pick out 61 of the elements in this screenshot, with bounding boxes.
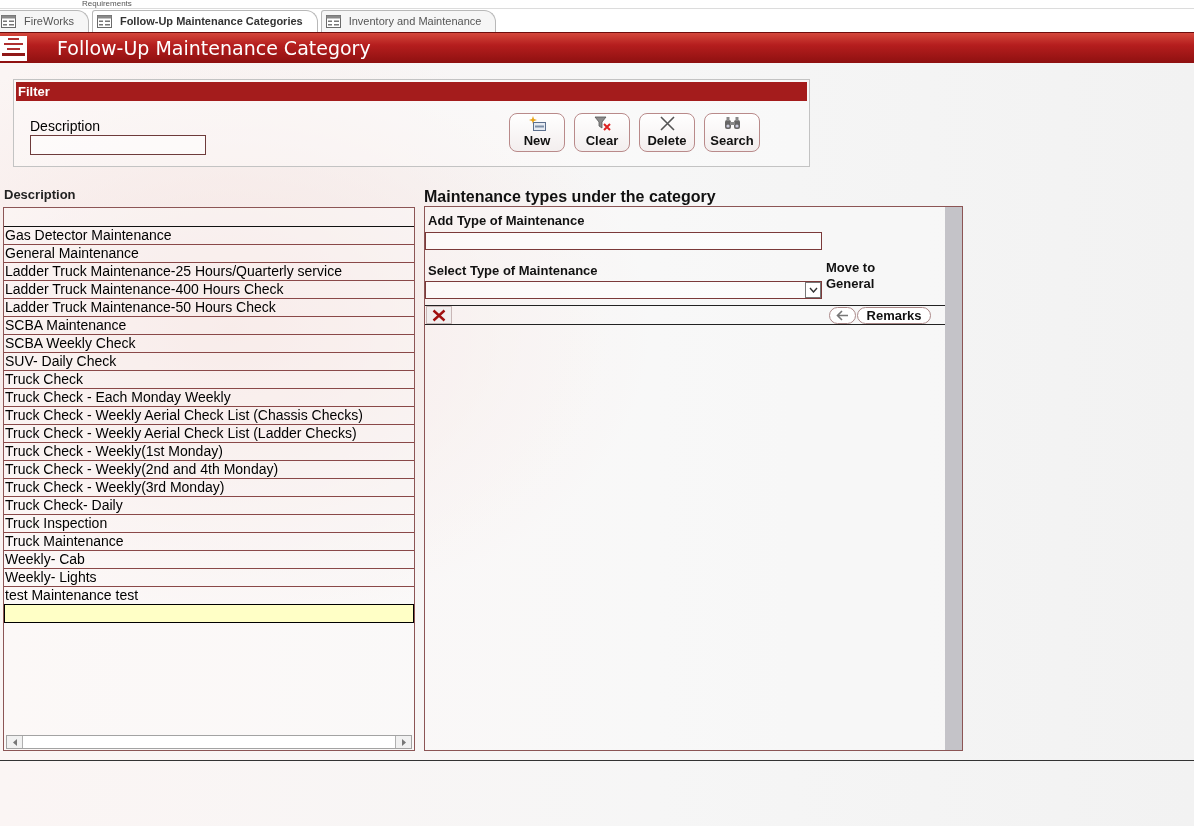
binoculars-icon xyxy=(723,116,741,131)
description-field[interactable] xyxy=(30,135,206,155)
new-record-row[interactable] xyxy=(4,604,414,623)
section-title: Maintenance types under the category xyxy=(424,187,717,206)
x-icon xyxy=(432,308,446,322)
tab[interactable]: FireWorks xyxy=(0,10,89,32)
list-item[interactable]: Gas Detector Maintenance xyxy=(4,227,414,245)
scroll-left-button[interactable] xyxy=(7,736,23,748)
list-item[interactable]: Truck Check - Weekly(2nd and 4th Monday) xyxy=(4,461,414,479)
list-item[interactable]: Truck Check xyxy=(4,371,414,389)
list-item[interactable]: SCBA Weekly Check xyxy=(4,335,414,353)
vertical-scrollbar[interactable] xyxy=(945,207,962,750)
logo-icon xyxy=(0,35,27,61)
horizontal-scrollbar[interactable] xyxy=(6,735,412,749)
list-item[interactable]: Truck Maintenance xyxy=(4,533,414,551)
field-label: Move to General xyxy=(826,260,877,293)
list-item[interactable]: Truck Check- Daily xyxy=(4,497,414,515)
list-item[interactable]: Truck Check - Weekly(3rd Monday) xyxy=(4,479,414,497)
field-label: Description xyxy=(30,118,102,134)
search-button[interactable]: Search xyxy=(704,113,760,152)
ribbon-label: Requirements xyxy=(82,0,132,8)
tab[interactable]: Follow-Up Maintenance Categories xyxy=(91,10,318,32)
add-type-field[interactable] xyxy=(425,232,822,250)
list-item[interactable]: Truck Inspection xyxy=(4,515,414,533)
delete-row-button[interactable] xyxy=(426,306,452,324)
x-icon xyxy=(659,116,675,131)
new-button[interactable]: New xyxy=(509,113,565,152)
list-item[interactable]: SCBA Maintenance xyxy=(4,317,414,335)
triangle-right-icon xyxy=(401,738,406,746)
list-item[interactable]: Truck Check - Each Monday Weekly xyxy=(4,389,414,407)
delete-button[interactable]: Delete xyxy=(639,113,695,152)
type-dropdown[interactable] xyxy=(425,281,822,299)
list-item[interactable]: General Maintenance xyxy=(4,245,414,263)
arrow-left-icon xyxy=(836,309,849,321)
list-item[interactable]: Weekly- Lights xyxy=(4,569,414,587)
list-item[interactable]: Truck Check - Weekly Aerial Check List (Ladder Checks) xyxy=(4,425,414,443)
list-item[interactable]: SUV- Daily Check xyxy=(4,353,414,371)
form-title: Follow-Up Maintenance Category xyxy=(57,36,371,60)
list-item[interactable]: Ladder Truck Maintenance-400 Hours Check xyxy=(4,281,414,299)
field-label: Select Type of Maintenance xyxy=(427,263,599,278)
filter-header: Filter xyxy=(16,82,807,101)
tab[interactable]: Inventory and Maintenance xyxy=(320,10,497,32)
triangle-left-icon xyxy=(12,738,17,746)
form-icon xyxy=(325,15,341,28)
form-sparkle-icon xyxy=(528,116,546,131)
chevron-down-icon xyxy=(808,287,818,293)
field-label: Add Type of Maintenance xyxy=(427,213,586,228)
column-header: Description xyxy=(3,187,77,204)
scroll-right-button[interactable] xyxy=(395,736,411,748)
list-item[interactable]: Truck Check - Weekly(1st Monday) xyxy=(4,443,414,461)
remarks-button[interactable]: Remarks xyxy=(857,306,931,324)
list-item[interactable]: Truck Check - Weekly Aerial Check List (Chassis Checks) xyxy=(4,407,414,425)
form-icon xyxy=(1,15,16,28)
list-item[interactable]: Ladder Truck Maintenance-25 Hours/Quarterly service xyxy=(4,263,414,281)
list-item[interactable]: Ladder Truck Maintenance-50 Hours Check xyxy=(4,299,414,317)
move-to-general-button[interactable] xyxy=(829,306,856,324)
funnel-x-icon xyxy=(593,116,611,131)
form-icon xyxy=(96,15,112,28)
clear-button[interactable]: Clear xyxy=(574,113,630,152)
list-item[interactable]: Weekly- Cab xyxy=(4,551,414,569)
dropdown-button[interactable] xyxy=(805,282,821,298)
